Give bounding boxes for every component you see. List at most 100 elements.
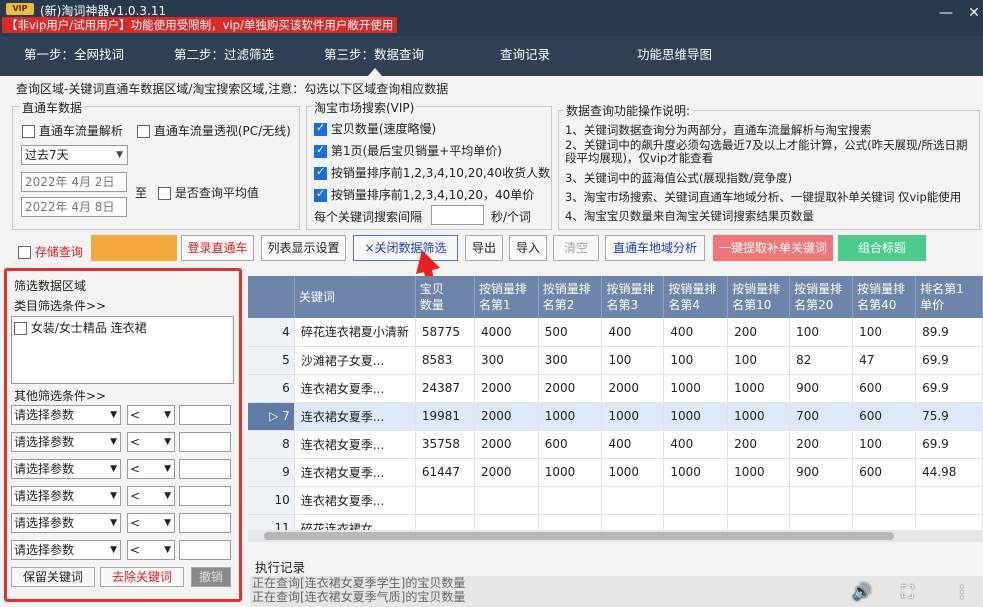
table-cell[interactable]: 1000 xyxy=(538,458,603,487)
table-cell[interactable]: 300 xyxy=(538,346,603,375)
table-cell[interactable]: 2000 xyxy=(474,402,539,431)
region-analysis-button[interactable]: 直通车地域分析 xyxy=(605,235,705,261)
column-header[interactable]: 按销量排 名第1 xyxy=(474,276,539,318)
table-row[interactable]: 8 连衣裙女夏季... 35758 2000 600 400 400 200 200 100 69.… xyxy=(248,430,983,459)
column-header[interactable]: 宝贝 数量 xyxy=(415,276,475,318)
extract-keywords-button[interactable]: 一键提取补单关键词 xyxy=(713,235,833,261)
horizontal-scroll-thumb[interactable] xyxy=(264,532,894,540)
table-cell[interactable]: 47 xyxy=(852,346,917,375)
table-cell[interactable] xyxy=(474,514,539,530)
save-query-checkbox[interactable] xyxy=(18,246,31,259)
category-item-checkbox[interactable] xyxy=(14,322,27,335)
table-cell[interactable]: 2000 xyxy=(601,374,665,403)
filter-operator-select[interactable]: < ▼ xyxy=(127,432,175,452)
table-cell[interactable]: 2000 xyxy=(474,430,539,459)
table-cell[interactable] xyxy=(474,486,539,515)
start-query-button[interactable]: 开始查询数据 xyxy=(91,235,177,261)
taobao-option-2[interactable]: 第1页(最后宝贝销量+平均单价) xyxy=(314,142,502,159)
login-ztc-button[interactable]: 登录直通车 xyxy=(181,235,254,261)
table-cell[interactable]: 100 xyxy=(727,346,791,375)
filter-operator-select[interactable]: < ▼ xyxy=(127,459,175,479)
table-cell[interactable] xyxy=(415,514,475,530)
table-cell[interactable] xyxy=(727,514,791,530)
ztc-flow-view-option[interactable]: 直通车流量透视(PC/无线) xyxy=(137,122,291,139)
filter-value-input[interactable] xyxy=(179,513,231,533)
save-query-option[interactable]: 存储查询 xyxy=(18,243,83,260)
table-cell[interactable]: 300 xyxy=(474,346,539,375)
keyword-cell[interactable]: 连衣裙女夏季... xyxy=(294,486,416,515)
table-cell[interactable]: 1000 xyxy=(601,402,665,431)
table-row[interactable]: 9 连衣裙女夏季... 61447 2000 1000 1000 1000 1000 900 60… xyxy=(248,458,983,487)
keyword-cell[interactable]: 连衣裙女夏季... xyxy=(294,374,416,403)
table-row[interactable]: 4 碎花连衣裙夏小清新 58775 4000 500 400 400 200 100 100 89.… xyxy=(248,318,983,347)
table-cell[interactable]: 4000 xyxy=(474,318,539,347)
table-row[interactable]: 5 沙滩裙子女夏... 8583 300 300 100 100 100 82 47 69.9 xyxy=(248,346,983,375)
filter-param-select[interactable]: 请选择参数 ▼ xyxy=(11,486,121,506)
filter-value-input[interactable] xyxy=(179,405,231,425)
tab-step3[interactable]: 第三步：数据查询 xyxy=(324,44,424,63)
keyword-cell[interactable]: 沙滩裙子女夏... xyxy=(294,346,416,375)
table-cell[interactable]: 400 xyxy=(601,318,665,347)
table-cell[interactable]: 600 xyxy=(538,430,603,459)
column-header[interactable]: 按销量排 名第40 xyxy=(852,276,917,318)
tab-query-history[interactable]: 查询记录 xyxy=(500,44,550,63)
filter-operator-select[interactable]: < ▼ xyxy=(127,513,175,533)
table-cell[interactable]: 100 xyxy=(663,346,729,375)
ztc-flow-parse-checkbox[interactable] xyxy=(22,125,35,138)
category-item[interactable]: 女装/女士精品 连衣裙 xyxy=(14,319,147,336)
filter-value-input[interactable] xyxy=(179,432,231,452)
date-to-input[interactable]: 2022年 4月 8日 xyxy=(21,197,127,217)
filter-value-input[interactable] xyxy=(179,459,231,479)
table-cell[interactable]: 700 xyxy=(789,402,854,431)
tab-step2[interactable]: 第二步：过滤筛选 xyxy=(174,44,274,63)
table-cell[interactable]: 100 xyxy=(601,346,665,375)
table-cell[interactable]: 61447 xyxy=(415,458,475,487)
keyword-cell[interactable]: 连衣裙女夏季... xyxy=(294,402,416,431)
table-cell[interactable] xyxy=(789,486,854,515)
table-cell[interactable]: 24387 xyxy=(415,374,475,403)
column-header[interactable]: 按销量排 名第3 xyxy=(601,276,665,318)
table-row[interactable]: 11 碎花连衣裙女... xyxy=(248,514,983,530)
table-cell[interactable]: 500 xyxy=(538,318,603,347)
filter-value-input[interactable] xyxy=(179,540,231,560)
table-cell[interactable] xyxy=(601,486,665,515)
table-cell[interactable] xyxy=(915,514,983,530)
keyword-cell[interactable]: 碎花连衣裙女... xyxy=(294,514,416,530)
table-cell[interactable]: 35758 xyxy=(415,430,475,459)
table-cell[interactable]: 2000 xyxy=(474,374,539,403)
table-cell[interactable] xyxy=(415,486,475,515)
filter-param-select[interactable]: 请选择参数 ▼ xyxy=(11,432,121,452)
date-from-input[interactable]: 2022年 4月 2日 xyxy=(21,172,127,192)
table-cell[interactable]: 82 xyxy=(789,346,854,375)
minimize-button[interactable]: — xyxy=(936,6,956,20)
table-cell[interactable]: 600 xyxy=(852,458,917,487)
table-cell[interactable]: 200 xyxy=(727,318,791,347)
table-cell[interactable]: 44.98 xyxy=(915,458,983,487)
table-cell[interactable]: 8583 xyxy=(415,346,475,375)
table-cell[interactable]: 100 xyxy=(852,318,917,347)
table-cell[interactable]: 1000 xyxy=(727,374,791,403)
period-select[interactable]: 过去7天 ▼ xyxy=(21,145,128,165)
taobao-option-3[interactable]: 按销量排序前1,2,3,4,10,20,40收货人数 xyxy=(314,164,550,181)
table-cell[interactable] xyxy=(915,486,983,515)
combine-title-button[interactable]: 组合标题 xyxy=(838,235,926,261)
ztc-flow-view-checkbox[interactable] xyxy=(137,125,150,138)
table-cell[interactable]: 69.9 xyxy=(915,430,983,459)
interval-input[interactable] xyxy=(431,205,484,225)
table-cell[interactable] xyxy=(852,514,917,530)
table-cell[interactable]: 400 xyxy=(601,430,665,459)
keyword-cell[interactable]: 碎花连衣裙夏小清新 xyxy=(294,318,416,347)
table-cell[interactable]: 89.9 xyxy=(915,318,983,347)
tab-mindmap[interactable]: 功能思维导图 xyxy=(637,44,712,63)
fullscreen-icon[interactable]: ⛶ xyxy=(902,582,913,602)
filter-value-input[interactable] xyxy=(179,486,231,506)
table-cell[interactable]: 69.9 xyxy=(915,374,983,403)
tab-step1[interactable]: 第一步：全网找词 xyxy=(24,44,124,63)
table-cell[interactable] xyxy=(852,486,917,515)
table-cell[interactable]: 75.9 xyxy=(915,402,983,431)
table-cell[interactable]: 600 xyxy=(852,374,917,403)
taobao-option-2-checkbox[interactable] xyxy=(314,143,327,158)
column-header[interactable]: 关键词 xyxy=(294,276,416,318)
column-header[interactable]: 按销量排 名第20 xyxy=(789,276,854,318)
table-cell[interactable]: 58775 xyxy=(415,318,475,347)
